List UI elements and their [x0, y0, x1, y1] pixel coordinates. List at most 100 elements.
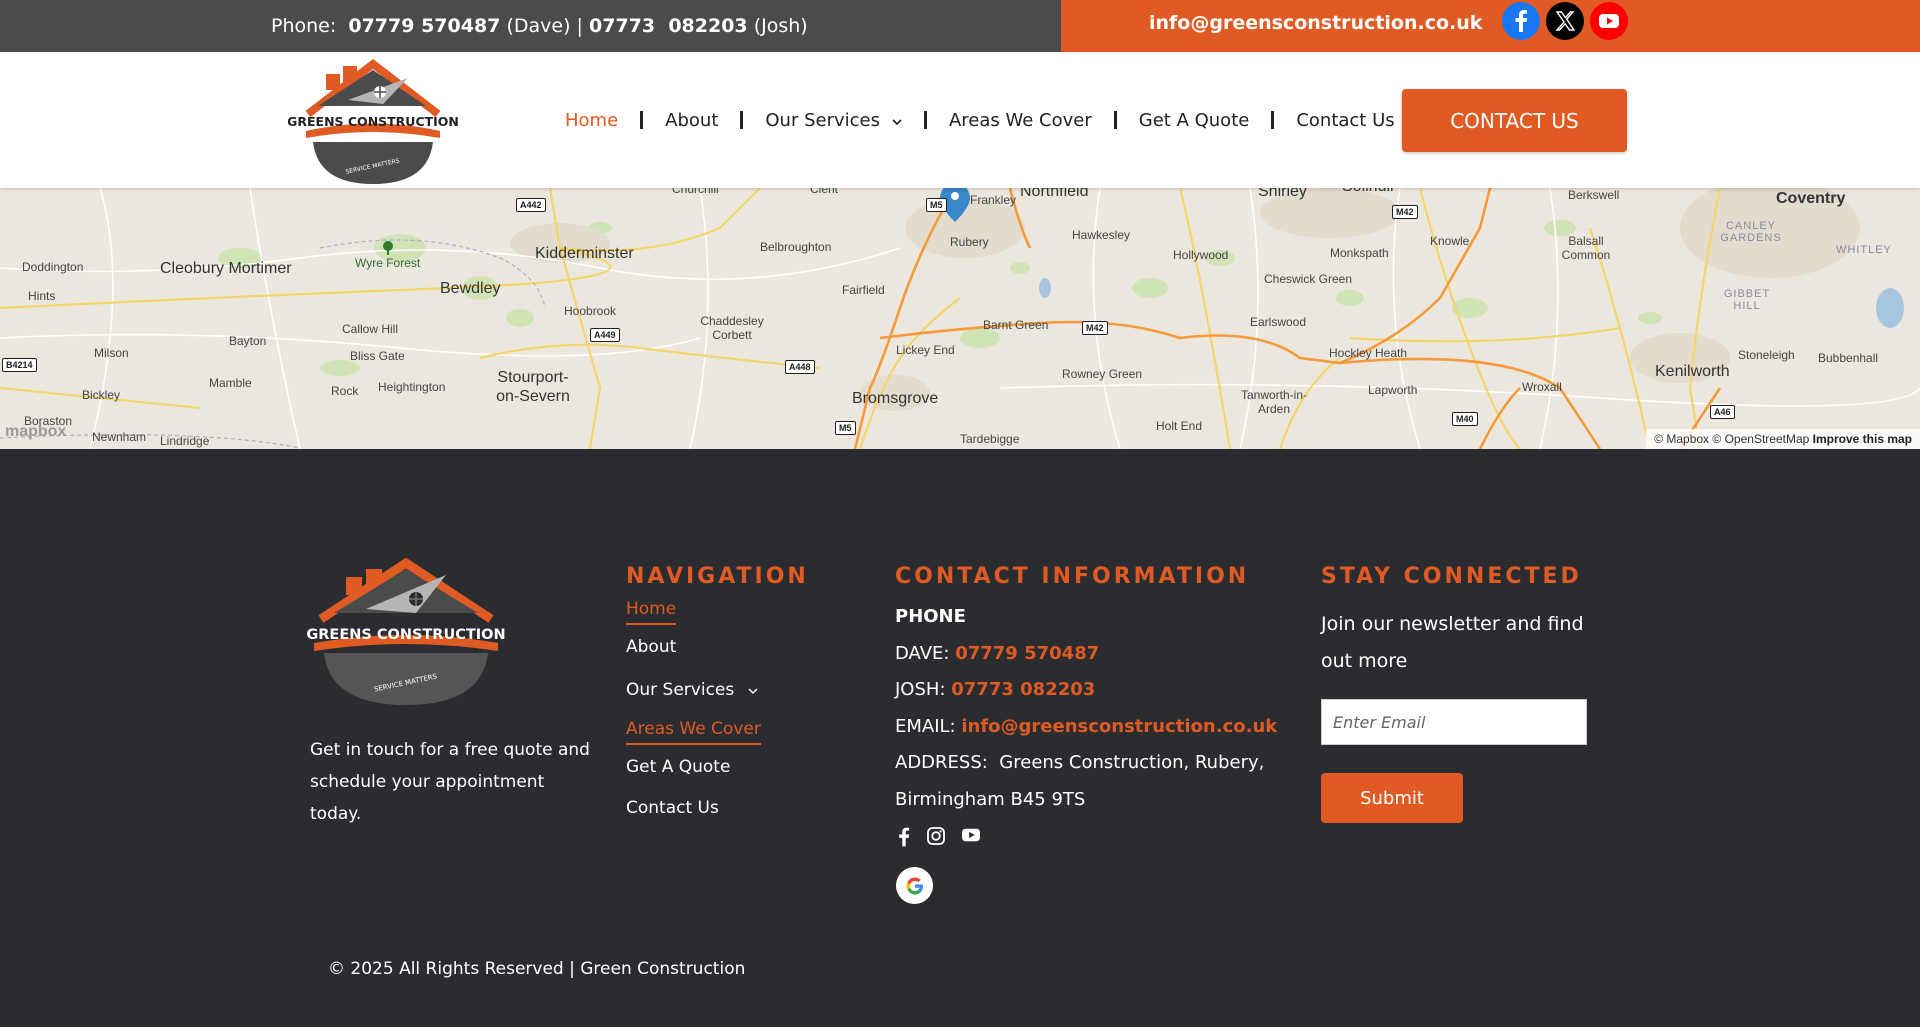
phone-label: Phone:	[271, 15, 337, 37]
facebook-icon[interactable]	[1502, 2, 1540, 40]
map-label: Frankley	[970, 193, 1017, 207]
map-label: Shirley	[1258, 188, 1307, 200]
map-label: Kidderminster	[535, 245, 634, 262]
map-label: Bliss Gate	[350, 349, 405, 363]
map-label: Bayton	[229, 334, 267, 348]
footer-logo[interactable]: GREENS CONSTRUCTION SERVICE MATTERS	[306, 557, 506, 707]
nav-areas-we-cover[interactable]: Areas We Cover	[949, 110, 1092, 131]
map-label: Fairfield	[842, 283, 885, 297]
main-nav: Home About Our Services Areas We Cover G…	[565, 52, 1395, 188]
map-label: Northfield	[1020, 188, 1089, 200]
nav-contact-us[interactable]: Contact Us	[1296, 110, 1394, 131]
map-label: Canley Gardens	[1720, 220, 1782, 244]
improve-map-link[interactable]: Improve this map	[1813, 432, 1912, 446]
nav-divider	[640, 111, 644, 129]
footer-nav-get-a-quote[interactable]: Get A Quote	[626, 757, 761, 780]
map-label: Hawkesley	[1072, 228, 1131, 242]
footer-tagline: Get in touch for a free quote and schedu…	[310, 740, 590, 824]
nav-divider	[1113, 111, 1117, 129]
chevron-down-icon	[748, 680, 758, 700]
site-logo[interactable]: GREENS CONSTRUCTION SERVICE MATTERS	[287, 56, 459, 186]
map-label: Lapworth	[1368, 383, 1418, 397]
map-label: Churchill	[672, 188, 719, 196]
top-bar: Phone: 07779 570487 (Dave) | 07773 08220…	[0, 0, 1920, 52]
nav-home[interactable]: Home	[565, 110, 618, 131]
newsletter-submit-button[interactable]: Submit	[1321, 773, 1463, 823]
josh-label: JOSH:	[895, 679, 946, 701]
google-icon[interactable]	[896, 867, 933, 904]
instagram-icon[interactable]	[927, 827, 945, 851]
map-label: Callow Hill	[342, 322, 399, 336]
map-attribution: © Mapbox © OpenStreetMap Improve this ma…	[1646, 429, 1920, 449]
map-label: Berkswell	[1568, 188, 1620, 202]
josh-label: (Josh)	[753, 15, 808, 37]
youtube-icon[interactable]	[1590, 2, 1628, 40]
phone-dave-link[interactable]: 07779 570487	[348, 15, 500, 37]
map-label: Bickley	[82, 388, 121, 402]
footer-nav-our-services[interactable]: Our Services	[626, 678, 761, 701]
road-shield: M5	[926, 198, 947, 212]
contact-dave: DAVE: 07779 570487	[895, 636, 1277, 673]
x-twitter-icon[interactable]	[1546, 2, 1584, 40]
mapbox-logo[interactable]: mapbox	[5, 423, 66, 441]
map-label: Newnham	[92, 430, 147, 444]
newsletter-email-input[interactable]	[1321, 699, 1587, 745]
map-label: Monkspath	[1330, 246, 1389, 260]
road-shield: A442	[516, 198, 546, 212]
map-label: Stourport-on-Severn	[496, 369, 570, 405]
nav-get-a-quote[interactable]: Get A Quote	[1139, 110, 1250, 131]
email-label: EMAIL:	[895, 715, 956, 737]
map-label: Heightington	[378, 380, 446, 394]
nav-about[interactable]: About	[665, 110, 718, 131]
map-label: Bromsgrove	[852, 390, 939, 407]
map-label: Kenilworth	[1655, 363, 1730, 380]
footer-email-link[interactable]: info@greensconstruction.co.uk	[961, 716, 1277, 737]
nav-our-services[interactable]: Our Services	[765, 110, 902, 131]
map-label: Balsall Common	[1561, 234, 1611, 262]
youtube-icon[interactable]	[962, 827, 980, 851]
copyright-text: © 2025 All Rights Reserved | Green Const…	[328, 959, 746, 979]
footer-nav-contact-us[interactable]: Contact Us	[626, 798, 761, 821]
location-map[interactable]: Doddington Cleobury Mortimer Hints Wyre …	[0, 188, 1920, 449]
nav-divider	[923, 111, 927, 129]
map-label: Hockley Heath	[1329, 346, 1408, 360]
facebook-icon[interactable]	[898, 827, 910, 851]
contact-josh: JOSH: 07773 082203	[895, 672, 1277, 709]
site-header: GREENS CONSTRUCTION SERVICE MATTERS Home…	[0, 52, 1920, 188]
phone-heading: PHONE	[895, 606, 966, 627]
map-label: Chaddesley Corbett	[700, 314, 764, 342]
map-label: Wyre Forest	[355, 256, 421, 270]
phone-josh-link[interactable]: 07773 082203	[589, 15, 748, 37]
newsletter-text: Join our newsletter and find out more	[1321, 613, 1584, 672]
map-label: Hints	[28, 289, 56, 303]
osm-attribution-link[interactable]: © OpenStreetMap	[1712, 432, 1809, 446]
footer-nav-home[interactable]: Home	[626, 599, 677, 625]
contact-us-button[interactable]: CONTACT US	[1402, 89, 1627, 152]
nav-divider	[1271, 111, 1275, 129]
map-label: Lickey End	[896, 343, 955, 357]
dave-phone-link[interactable]: 07779 570487	[955, 643, 1099, 664]
josh-phone-link[interactable]: 07773 082203	[951, 679, 1095, 700]
footer-nav-heading: NAVIGATION	[626, 564, 809, 589]
top-social-links	[1502, 2, 1628, 40]
footer-nav-areas-we-cover[interactable]: Areas We Cover	[626, 719, 761, 745]
road-shield: A449	[590, 328, 620, 342]
contact-info: PHONE DAVE: 07779 570487 JOSH: 07773 082…	[895, 599, 1277, 819]
map-label: Mamble	[209, 376, 252, 390]
footer-social-links	[898, 827, 980, 851]
map-label: Earlswood	[1250, 315, 1307, 329]
contact-address: ADDRESS: Greens Construction, Rubery, Bi…	[895, 745, 1265, 818]
mapbox-attribution-link[interactable]: © Mapbox	[1654, 432, 1709, 446]
map-label: Hollywood	[1173, 248, 1229, 262]
top-email-link[interactable]: info@greensconstruction.co.uk	[1149, 12, 1482, 34]
top-bar-right: info@greensconstruction.co.uk	[1061, 0, 1920, 52]
footer-nav-about[interactable]: About	[626, 637, 761, 660]
dave-label: (Dave)	[506, 15, 571, 37]
phone-separator: |	[576, 15, 583, 37]
footer-nav: Home About Our Services Areas We Cover G…	[626, 599, 761, 839]
address-label: ADDRESS:	[895, 752, 988, 774]
map-label: Cheswick Green	[1264, 272, 1353, 286]
map-label: Belbroughton	[760, 240, 832, 254]
map-label: Coventry	[1776, 190, 1846, 207]
map-label: Rubery	[950, 235, 989, 249]
